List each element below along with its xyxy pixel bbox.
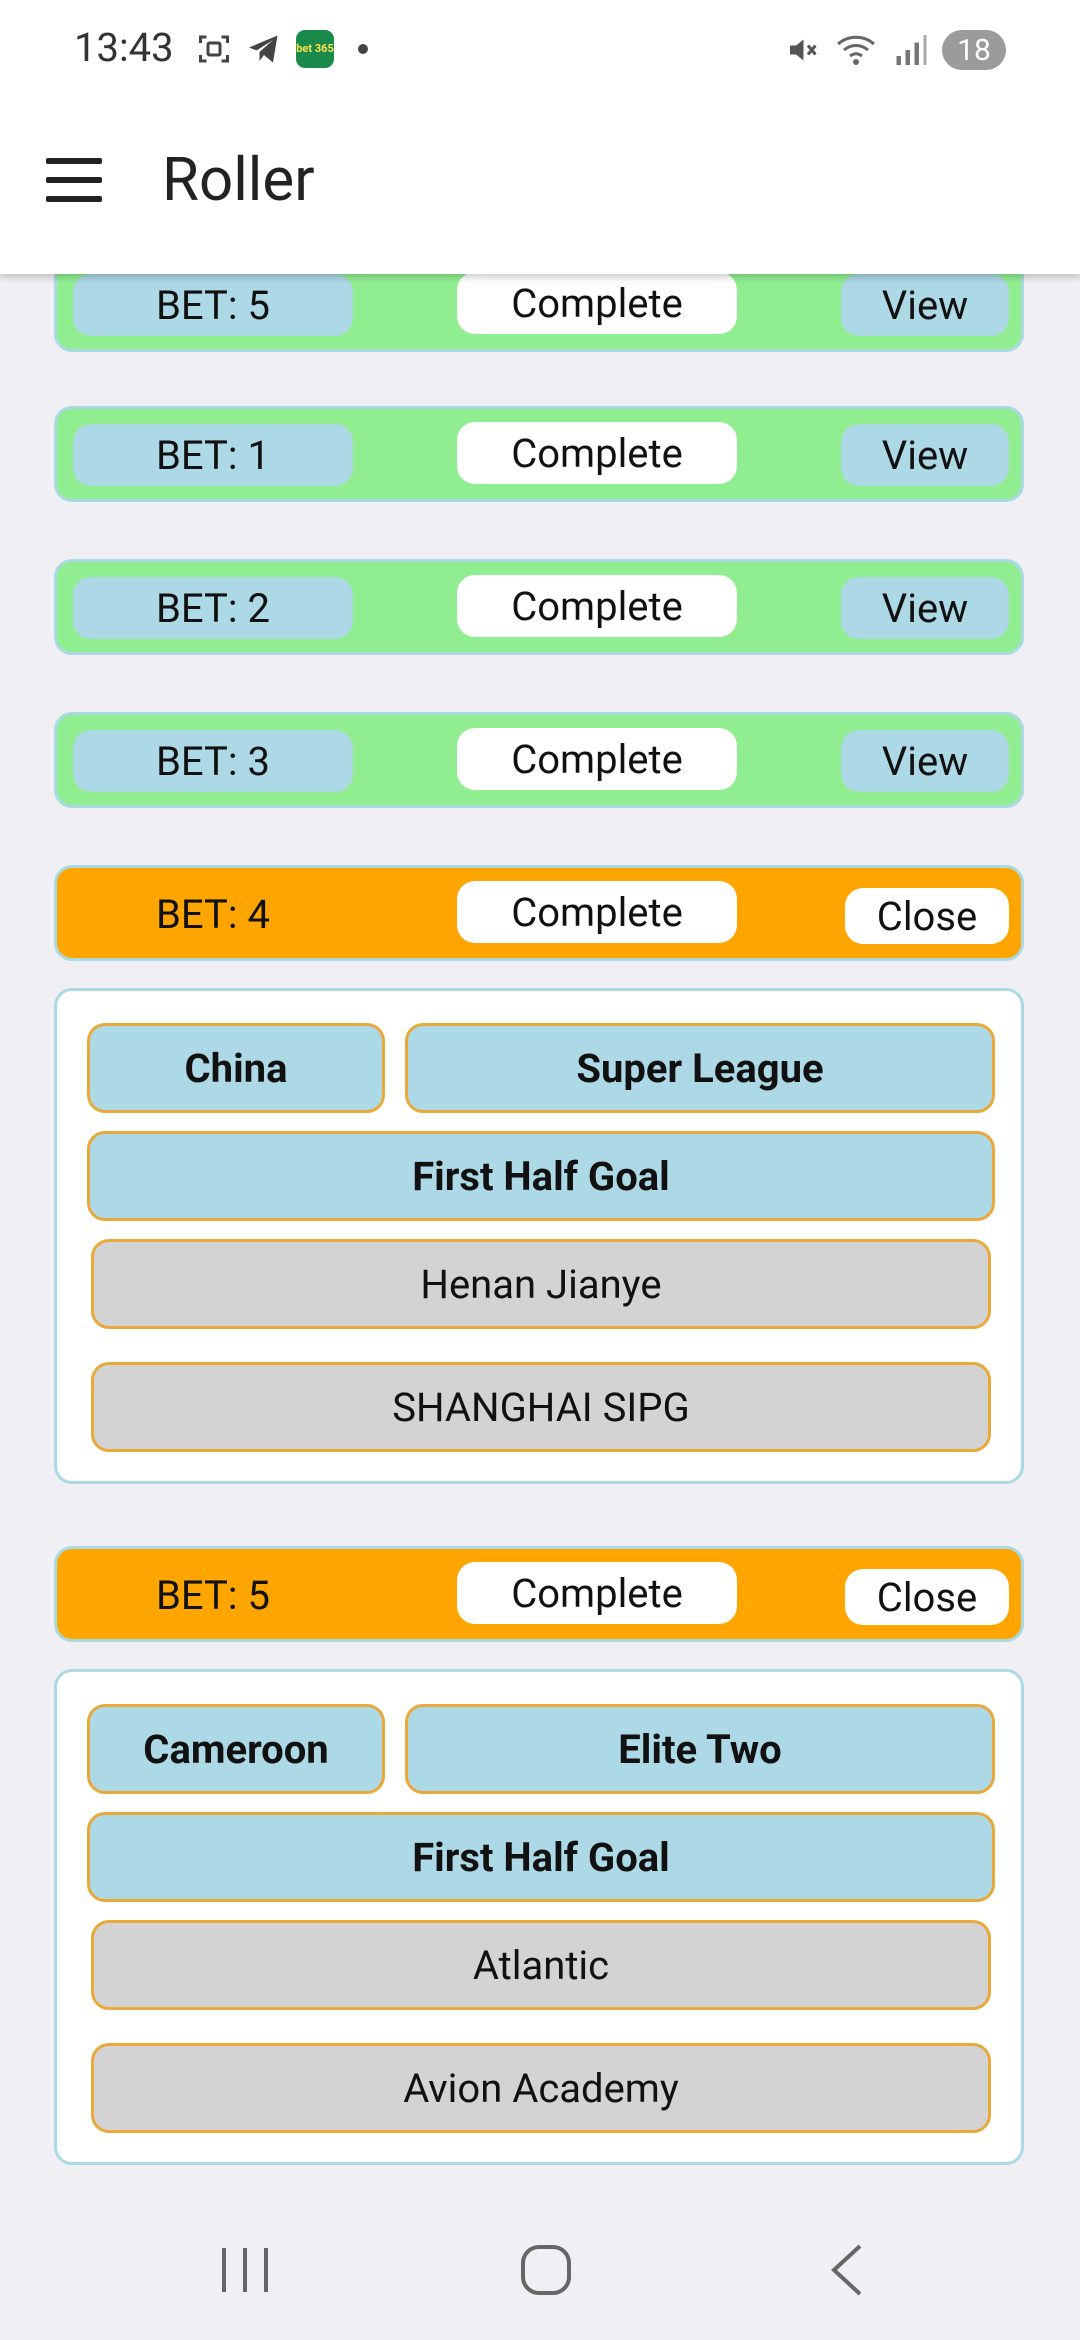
back-icon[interactable] [826, 2242, 870, 2298]
wifi-icon [837, 35, 875, 65]
league-chip: Elite Two [405, 1704, 995, 1794]
view-button[interactable]: View [841, 730, 1009, 792]
close-button[interactable]: Close [845, 1569, 1009, 1625]
mute-icon [790, 39, 817, 61]
bet-detail-card: China Super League First Half Goal Henan… [54, 988, 1024, 1484]
bet-row-expanded: BET: 4 Complete Close [54, 865, 1024, 961]
away-team-button[interactable]: Avion Academy [91, 2043, 991, 2133]
complete-button[interactable]: Complete [457, 728, 737, 790]
bet-detail-card: Cameroon Elite Two First Half Goal Atlan… [54, 1669, 1024, 2165]
bet-row: BET: 3 Complete View [54, 712, 1024, 808]
bet-label: BET: 3 [73, 730, 353, 792]
status-bar: 13:43 bet 365 18 [0, 0, 1080, 100]
complete-button[interactable]: Complete [457, 575, 737, 637]
market-chip: First Half Goal [87, 1812, 995, 1902]
screenshot-icon [199, 35, 229, 63]
bets-list[interactable]: BET: 5 Complete View BET: 1 Complete Vie… [0, 0, 1080, 2340]
close-button[interactable]: Close [845, 888, 1009, 944]
menu-icon-bar [46, 177, 102, 183]
system-icons: 18 [784, 30, 1006, 70]
complete-button[interactable]: Complete [457, 1562, 737, 1624]
bet365-icon: bet 365 [296, 30, 334, 68]
system-nav-bar [0, 2200, 1080, 2340]
telegram-icon [249, 35, 278, 63]
bet-label: BET: 5 [155, 1571, 270, 1619]
app-title: Roller [162, 144, 315, 215]
battery-indicator: 18 [942, 30, 1006, 70]
complete-button[interactable]: Complete [457, 272, 737, 334]
home-team-button[interactable]: Henan Jianye [91, 1239, 991, 1329]
complete-button[interactable]: Complete [457, 422, 737, 484]
status-time: 13:43 [74, 24, 174, 71]
bet-label: BET: 4 [155, 890, 270, 938]
signal-icon [896, 35, 927, 65]
menu-icon [46, 158, 102, 164]
menu-icon-bar [46, 196, 102, 202]
more-notifications-dot [358, 44, 368, 54]
view-button[interactable]: View [841, 577, 1009, 639]
bet-label: BET: 1 [73, 424, 353, 486]
league-chip: Super League [405, 1023, 995, 1113]
complete-button[interactable]: Complete [457, 881, 737, 943]
bet-row: BET: 2 Complete View [54, 559, 1024, 655]
notification-icons: bet 365 [196, 30, 368, 68]
away-team-button[interactable]: SHANGHAI SIPG [91, 1362, 991, 1452]
bet365-badge-text: bet 365 [296, 42, 334, 55]
bet-label: BET: 5 [73, 274, 353, 336]
app-bar: Roller [0, 100, 1080, 274]
bet-row-expanded: BET: 5 Complete Close [54, 1546, 1024, 1642]
country-chip: Cameroon [87, 1704, 385, 1794]
recent-apps-icon[interactable] [218, 2242, 272, 2298]
home-team-button[interactable]: Atlantic [91, 1920, 991, 2010]
bet-label: BET: 2 [73, 577, 353, 639]
menu-button[interactable] [46, 158, 102, 202]
home-icon[interactable] [518, 2242, 574, 2298]
market-chip: First Half Goal [87, 1131, 995, 1221]
bet-row: BET: 1 Complete View [54, 406, 1024, 502]
view-button[interactable]: View [841, 424, 1009, 486]
country-chip: China [87, 1023, 385, 1113]
view-button[interactable]: View [841, 274, 1009, 336]
